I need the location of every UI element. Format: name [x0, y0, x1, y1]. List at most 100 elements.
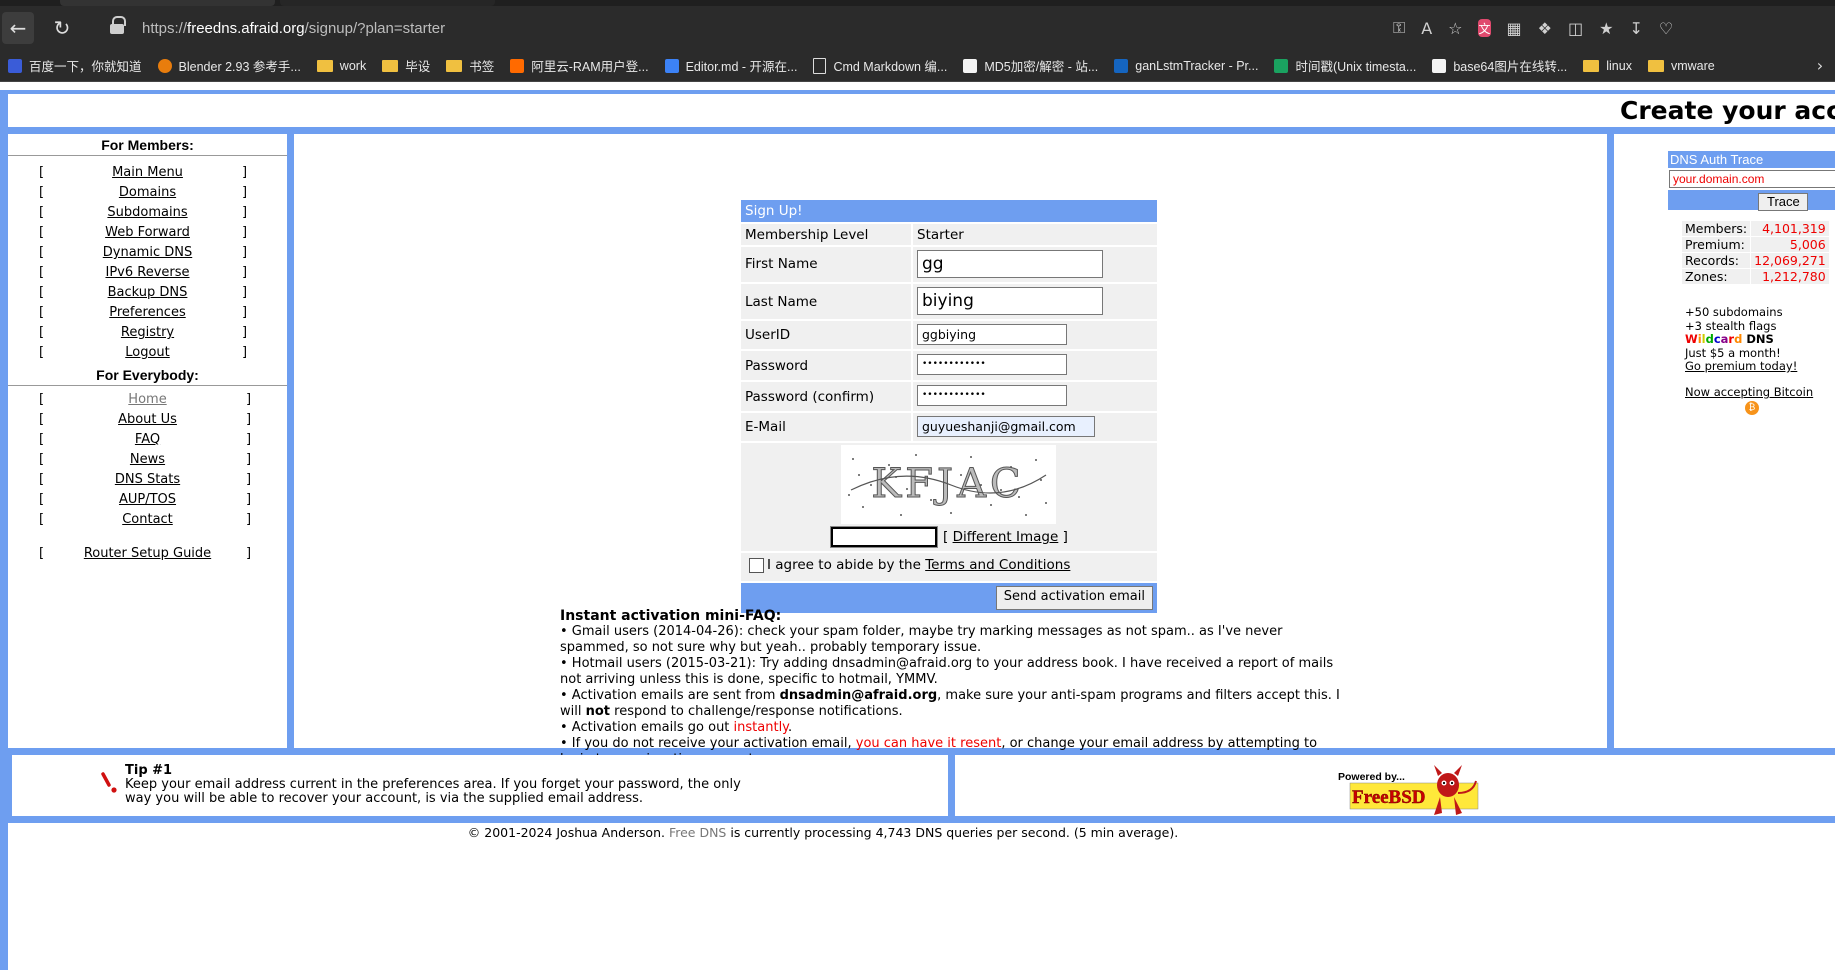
faq-item-hotmail: • Hotmail users (2015-03-21): Try adding…	[560, 656, 1334, 687]
different-image-link[interactable]: Different Image	[953, 529, 1059, 545]
menu-item-backup-dns: [Backup DNS]	[8, 285, 287, 305]
bookmark-folder-linux[interactable]: linux	[1575, 50, 1640, 81]
activation-faq: Instant activation mini-FAQ: • Gmail use…	[560, 608, 1340, 768]
on-icon	[1114, 58, 1129, 73]
bookmark-aliyun[interactable]: 阿里云-RAM用户登...	[502, 50, 656, 81]
right-sidebar: DNS Auth Trace your.domain.com Trace Mem…	[1614, 134, 1835, 748]
bitcoin-link[interactable]: Now accepting Bitcoin	[1685, 385, 1813, 399]
menu-item-aup-tos: [AUP/TOS]	[8, 492, 287, 512]
faq-title: Instant activation mini-FAQ:	[560, 608, 782, 624]
chevron-right-icon[interactable]: ›	[1805, 50, 1835, 81]
page-frame: Create your account For Members: [Main M…	[0, 90, 1835, 970]
reader-icon[interactable]: ▦	[1507, 16, 1522, 40]
read-aloud-icon[interactable]: A	[1421, 16, 1432, 40]
favorites-icon[interactable]: ★	[1599, 16, 1613, 40]
stats-row: Records: 12,069,271	[1680, 252, 1830, 269]
menu-item-web-forward: [Web Forward]	[8, 225, 287, 245]
bookmark-baidu[interactable]: 百度一下，你就知道	[0, 50, 150, 81]
free-dns-link[interactable]: Free DNS	[669, 825, 726, 840]
tool-site-icon	[963, 58, 978, 73]
page-title: Create your account	[1620, 96, 1835, 125]
bookmark-folder-bishe[interactable]: 毕设	[374, 50, 438, 81]
refresh-icon[interactable]: ↻	[46, 12, 78, 44]
password-confirm-input[interactable]: ••••••••••••	[917, 385, 1067, 406]
everybody-menu: [Home] [About Us] [FAQ] [News] [DNS Stat…	[8, 392, 287, 566]
password-input[interactable]: ••••••••••••	[917, 354, 1067, 375]
premium-promo: +50 subdomains +3 stealth flags Wildcard…	[1685, 305, 1798, 373]
bookmark-folder-vmware[interactable]: vmware	[1640, 50, 1723, 81]
row-agree: I agree to abide by the Terms and Condit…	[741, 551, 1157, 581]
bookmark-blender[interactable]: Blender 2.93 参考手...	[150, 50, 309, 81]
favorite-star-icon[interactable]: ☆	[1448, 16, 1462, 40]
row-captcha: KFJAC [ Different Image ]	[741, 441, 1157, 551]
menu-item-news: [News]	[8, 452, 287, 472]
faq-item-sender: • Activation emails are sent from dnsadm…	[560, 688, 1340, 719]
bookmark-md5[interactable]: MD5加密/解密 - 站...	[955, 50, 1106, 81]
last-name-input[interactable]: biying	[917, 287, 1103, 315]
last-name-label: Last Name	[745, 294, 818, 310]
freebsd-logo[interactable]: Powered by... FreeBSD	[1338, 763, 1483, 817]
folder-icon	[316, 59, 333, 72]
stats-row: Zones: 1,212,780	[1680, 268, 1830, 285]
performance-icon[interactable]: ♡	[1659, 16, 1673, 40]
bookmark-folder-shuqian[interactable]: 书签	[438, 50, 502, 81]
left-sidebar: For Members: [Main Menu] [Domains] [Subd…	[8, 134, 287, 748]
trace-button[interactable]: Trace	[1758, 193, 1808, 211]
baidu-icon	[8, 58, 22, 73]
stats-row: Members: 4,101,319	[1680, 220, 1830, 237]
signup-header: Sign Up!	[741, 200, 1157, 222]
send-activation-email-button[interactable]: Send activation email	[995, 586, 1153, 610]
bookmark-editormd[interactable]: Editor.md - 开源在...	[657, 50, 806, 81]
header: Create your account	[8, 94, 1835, 127]
bookmark-cmd-markdown[interactable]: Cmd Markdown 编...	[805, 50, 955, 81]
resend-link[interactable]: you can have it resent	[856, 736, 1002, 751]
stats-row: Premium: 5,006	[1680, 236, 1830, 253]
footer-text: © 2001-2024 Joshua Anderson. Free DNS is…	[467, 825, 1179, 840]
bitcoin-icon: ₿	[1745, 401, 1759, 415]
membership-value: Starter	[917, 227, 964, 243]
bookmark-base64[interactable]: base64图片在线转...	[1424, 50, 1575, 81]
captcha-input[interactable]	[830, 526, 938, 548]
bookmark-timestamp[interactable]: 时间戳(Unix timesta...	[1266, 50, 1424, 81]
go-premium-link[interactable]: Go premium today!	[1685, 359, 1797, 373]
downloads-icon[interactable]: ↧	[1629, 16, 1642, 40]
exclamation-icon	[101, 772, 117, 793]
footer: © 2001-2024 Joshua Anderson. Free DNS is…	[8, 823, 1835, 970]
menu-item-registry: [Registry]	[8, 325, 287, 345]
translate-extension-icon[interactable]: 文	[1478, 19, 1491, 37]
menu-item-contact: [Contact]	[8, 512, 287, 532]
agree-checkbox[interactable]	[749, 557, 764, 573]
extensions-icon[interactable]: ❖	[1538, 16, 1552, 40]
first-name-input[interactable]: gg	[917, 250, 1103, 278]
bookmark-folder-work[interactable]: work	[309, 50, 374, 81]
menu-item-about-us: [About Us]	[8, 412, 287, 432]
row-password-confirm: Password (confirm) ••••••••••••	[741, 380, 1157, 411]
members-menu: [Main Menu] [Domains] [Subdomains] [Web …	[8, 165, 287, 365]
document-icon	[813, 57, 827, 74]
membership-label: Membership Level	[745, 227, 869, 243]
faq-item-gmail: • Gmail users (2014-04-26): check your s…	[560, 624, 1283, 655]
bookmark-ganlstm[interactable]: ganLstmTracker - Pr...	[1106, 50, 1266, 81]
folder-icon	[1647, 59, 1664, 72]
back-icon[interactable]: ←	[2, 12, 34, 44]
main-content: Sign Up! Membership Level Starter First …	[294, 134, 1607, 767]
menu-item-home: [Home]	[8, 392, 287, 412]
split-screen-icon[interactable]: ◫	[1568, 16, 1583, 40]
address-bar[interactable]: https://freedns.afraid.org/signup/?plan=…	[96, 12, 1491, 44]
domain-trace-input[interactable]: your.domain.com	[1669, 170, 1835, 188]
divider	[8, 155, 287, 156]
menu-item-faq: [FAQ]	[8, 432, 287, 452]
userid-input[interactable]: ggbiying	[917, 324, 1067, 345]
url-text[interactable]: https://freedns.afraid.org/signup/?plan=…	[142, 20, 445, 37]
faq-item-instant: • Activation emails go out instantly.	[560, 720, 793, 735]
timestamp-icon	[1274, 58, 1289, 73]
lock-icon[interactable]	[110, 16, 126, 34]
password-confirm-label: Password (confirm)	[745, 389, 875, 405]
browser-toolbar: ← ↻ https://freedns.afraid.org/signup/?p…	[0, 6, 1835, 50]
email-input[interactable]: guyueshanji@gmail.com	[917, 416, 1095, 437]
key-icon[interactable]: ⚿	[1393, 16, 1405, 40]
menu-item-ipv6-reverse: [IPv6 Reverse]	[8, 265, 287, 285]
terms-link[interactable]: Terms and Conditions	[925, 557, 1070, 573]
email-label: E-Mail	[745, 419, 786, 435]
divider	[8, 385, 287, 386]
